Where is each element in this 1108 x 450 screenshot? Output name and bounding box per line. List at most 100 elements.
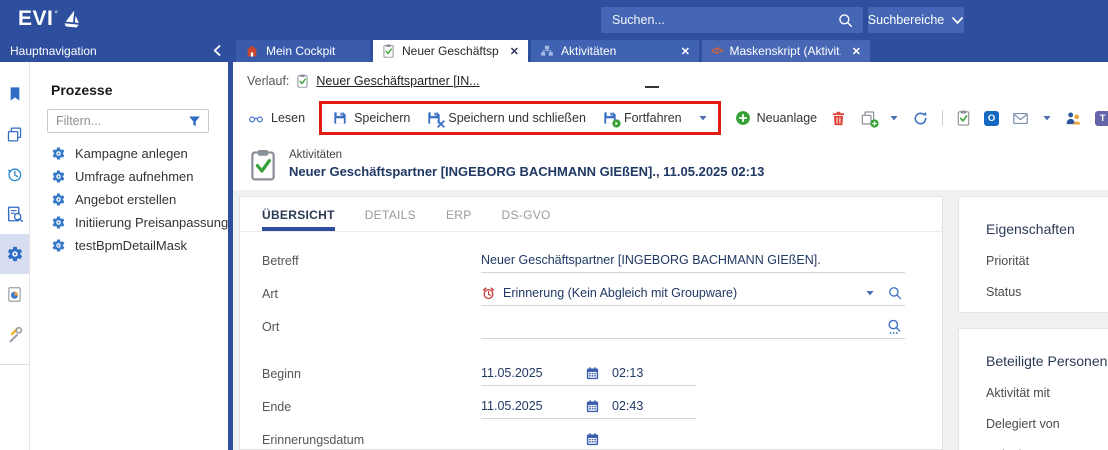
search-scope-dropdown[interactable]: Suchbereiche bbox=[868, 7, 964, 33]
new-record-button[interactable]: Neuanlage bbox=[735, 110, 817, 126]
form-tab-details[interactable]: DETAILS bbox=[365, 208, 416, 231]
save-and-close-button[interactable]: Speichern und schließen bbox=[426, 110, 586, 126]
betreff-input[interactable]: Neuer Geschäftspartner [INGEBORG BACHMAN… bbox=[481, 248, 905, 273]
continue-button[interactable]: Fortfahren bbox=[602, 110, 682, 126]
form-tab-erp[interactable]: ERP bbox=[446, 208, 472, 231]
dropdown-caret-icon[interactable] bbox=[865, 289, 875, 297]
tools-icon bbox=[6, 326, 23, 343]
plus-green-badge-icon bbox=[870, 119, 879, 128]
process-item-initiierung-preisanpassung[interactable]: Initiierung Preisanpassung bbox=[30, 211, 228, 234]
tab-neuer-geschaeftspartner[interactable]: Neuer Geschäftspart... ✕ bbox=[373, 40, 528, 62]
ende-datetime-input[interactable]: 11.05.2025 02:43 bbox=[481, 394, 696, 419]
toolbar-separator bbox=[942, 110, 943, 126]
field-row-betreff: Betreff Neuer Geschäftspartner [INGEBORG… bbox=[262, 244, 942, 277]
plus-circle-icon bbox=[735, 110, 751, 126]
outlook-icon[interactable]: O bbox=[984, 111, 999, 126]
home-icon bbox=[245, 44, 259, 58]
alarm-icon bbox=[481, 286, 496, 301]
logo-registered-mark: ° bbox=[54, 9, 58, 19]
detail-body: ÜBERSICHT DETAILS ERP DS-GVO Betreff Neu… bbox=[233, 190, 1108, 450]
glasses-icon bbox=[247, 110, 265, 126]
filter-funnel-icon[interactable] bbox=[187, 114, 202, 129]
tab-maskenskript[interactable]: </> Maskenskript (Aktivit... ✕ bbox=[702, 40, 870, 62]
calendar-icon[interactable] bbox=[585, 399, 600, 414]
delete-trash-icon[interactable] bbox=[830, 110, 847, 127]
spacer bbox=[262, 343, 942, 357]
record-entity-label: Aktivitäten bbox=[289, 149, 764, 161]
global-search bbox=[601, 7, 863, 33]
prioritaet-label: Priorität bbox=[986, 254, 1108, 268]
collapse-toolbar-handle[interactable] bbox=[645, 86, 659, 88]
read-button[interactable]: Lesen bbox=[247, 110, 305, 126]
history-link[interactable]: Neuer Geschäftspartner [IN... bbox=[316, 74, 479, 88]
field-row-erinnerungsdatum: Erinnerungsdatum bbox=[262, 423, 942, 450]
bookmark-icon bbox=[7, 86, 23, 102]
process-item-testbpmdetailmask[interactable]: testBpmDetailMask bbox=[30, 234, 228, 257]
collapse-sidebar-icon[interactable] bbox=[211, 44, 224, 57]
eigenschaften-card: Eigenschaften Priorität Status bbox=[958, 196, 1108, 313]
rail-item-prozesse[interactable] bbox=[0, 234, 29, 274]
sailboat-icon bbox=[60, 6, 84, 32]
search-scope-label: Suchbereiche bbox=[868, 13, 944, 27]
form-body: Betreff Neuer Geschäftspartner [INGEBORG… bbox=[240, 232, 942, 450]
field-label: Ende bbox=[262, 400, 481, 414]
rail-item-search-lists[interactable] bbox=[0, 194, 29, 234]
field-row-ort: Ort bbox=[262, 310, 942, 343]
rail-item-pages[interactable] bbox=[0, 114, 29, 154]
process-gear-icon bbox=[51, 146, 66, 161]
field-row-ende: Ende 11.05.2025 02:43 bbox=[262, 390, 942, 423]
erinnerungsdatum-input[interactable] bbox=[481, 427, 696, 450]
tab-mein-cockpit[interactable]: Mein Cockpit bbox=[236, 40, 370, 62]
tab-aktivitaeten[interactable]: Aktivitäten ✕ bbox=[531, 40, 699, 62]
record-header: Aktivitäten Neuer Geschäftspartner [INGE… bbox=[233, 140, 1108, 182]
evi-application-window: EVI° Suchbereiche Hauptnavigation Mein C… bbox=[0, 0, 1108, 450]
dropdown-caret-icon[interactable] bbox=[698, 114, 708, 122]
prozesse-panel: Prozesse Kampagne anlegen Umfrage aufneh… bbox=[30, 62, 228, 450]
report-piechart-icon bbox=[6, 286, 23, 303]
search-icon[interactable] bbox=[837, 12, 854, 29]
history-clock-icon bbox=[6, 166, 23, 183]
save-button[interactable]: Speichern bbox=[332, 110, 410, 126]
lookup-search-icon[interactable] bbox=[887, 285, 903, 301]
email-envelope-icon[interactable] bbox=[1012, 110, 1029, 127]
continue-green-badge-icon bbox=[612, 119, 621, 128]
art-combobox[interactable]: Erinnerung (Kein Abgleich mit Groupware) bbox=[481, 281, 905, 306]
field-label: Erinnerungsdatum bbox=[262, 433, 481, 447]
teams-icon[interactable]: T bbox=[1095, 111, 1108, 126]
duplicate-button[interactable] bbox=[860, 110, 876, 126]
process-item-kampagne-anlegen[interactable]: Kampagne anlegen bbox=[30, 142, 228, 165]
form-tab-dsgvo[interactable]: DS-GVO bbox=[502, 208, 551, 231]
navigation-icon-rail bbox=[0, 62, 30, 450]
close-tab-icon[interactable]: ✕ bbox=[852, 45, 861, 58]
main-content: Verlauf: Neuer Geschäftspartner [IN... L… bbox=[233, 62, 1108, 450]
close-tab-icon[interactable]: ✕ bbox=[681, 45, 690, 58]
delegiert-von-label: Delegiert von bbox=[986, 417, 1108, 431]
rail-item-reports[interactable] bbox=[0, 274, 29, 314]
activity-clipboard-icon bbox=[248, 148, 278, 182]
calendar-icon[interactable] bbox=[585, 432, 600, 447]
rail-item-history[interactable] bbox=[0, 154, 29, 194]
ort-input[interactable] bbox=[481, 314, 905, 339]
dropdown-caret-icon[interactable] bbox=[1042, 114, 1052, 122]
rail-item-tools[interactable] bbox=[0, 314, 29, 354]
meeting-people-icon[interactable] bbox=[1065, 110, 1082, 127]
form-tab-uebersicht[interactable]: ÜBERSICHT bbox=[262, 208, 335, 231]
process-item-umfrage-aufnehmen[interactable]: Umfrage aufnehmen bbox=[30, 165, 228, 188]
code-icon: </> bbox=[711, 46, 722, 57]
sidebar-title: Hauptnavigation bbox=[10, 44, 97, 58]
panel-title: Prozesse bbox=[51, 82, 228, 98]
beginn-datetime-input[interactable]: 11.05.2025 02:13 bbox=[481, 361, 696, 386]
search-input[interactable] bbox=[610, 12, 837, 28]
process-item-angebot-erstellen[interactable]: Angebot erstellen bbox=[30, 188, 228, 211]
history-label: Verlauf: bbox=[247, 74, 289, 88]
save-floppy-icon bbox=[332, 110, 348, 126]
refresh-icon[interactable] bbox=[912, 110, 929, 127]
close-tab-icon[interactable]: ✕ bbox=[510, 45, 519, 58]
rail-item-bookmarks[interactable] bbox=[0, 74, 29, 114]
dropdown-caret-icon[interactable] bbox=[889, 114, 899, 122]
process-list: Kampagne anlegen Umfrage aufnehmen Angeb… bbox=[30, 142, 228, 257]
calendar-icon[interactable] bbox=[585, 366, 600, 381]
filter-input[interactable] bbox=[54, 113, 187, 129]
lookup-search-dots-icon[interactable] bbox=[886, 318, 903, 335]
activity-check-icon[interactable] bbox=[956, 110, 971, 126]
